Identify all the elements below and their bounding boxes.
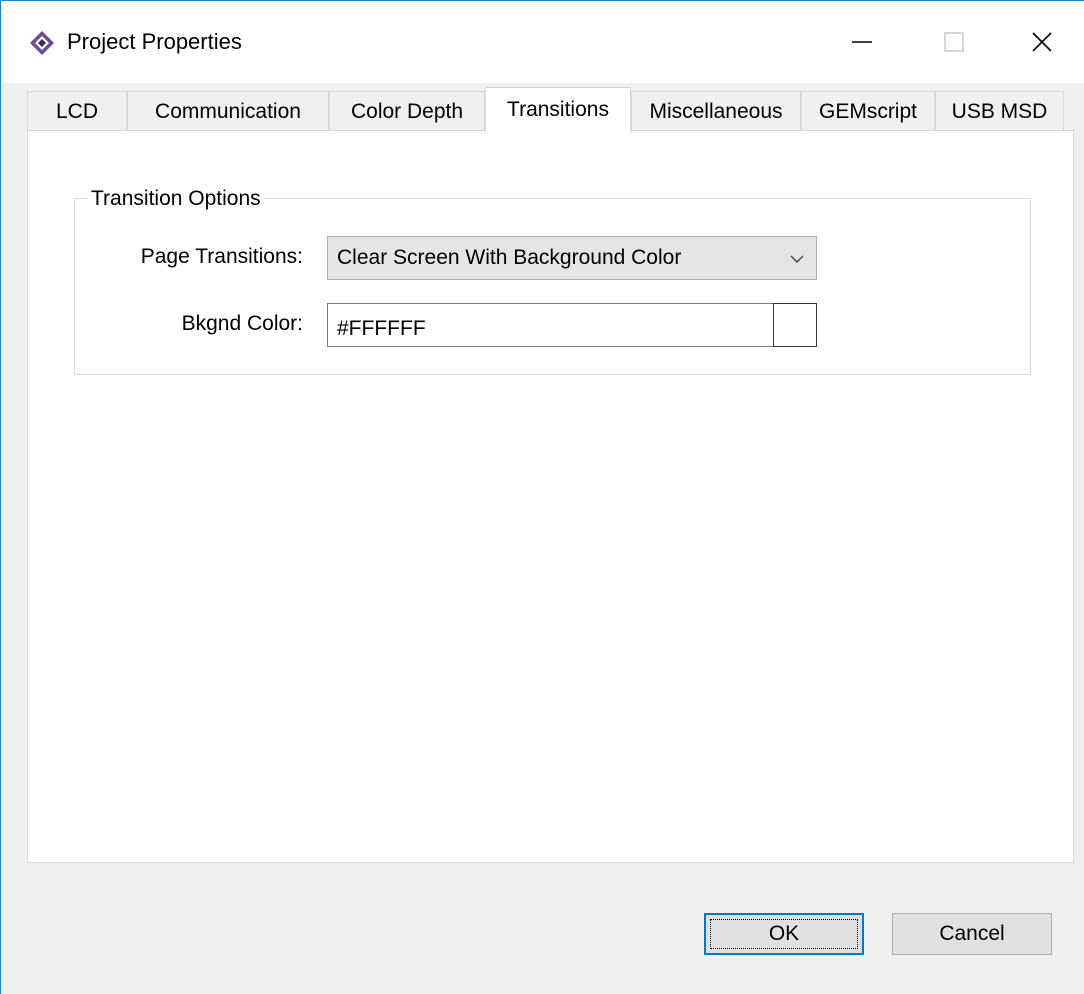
ok-button[interactable]: OK (704, 913, 864, 955)
color-picker-swatch[interactable] (773, 303, 817, 347)
focus-rectangle (710, 919, 858, 949)
transition-options-group: Transition Options Page Transitions: Cle… (74, 186, 1031, 375)
page-transitions-value: Clear Screen With Background Color (337, 246, 682, 269)
tab-color-depth[interactable]: Color Depth (329, 91, 485, 131)
close-icon (1032, 32, 1052, 52)
maximize-button[interactable] (908, 1, 1000, 83)
tab-miscellaneous[interactable]: Miscellaneous (631, 91, 801, 131)
page-transitions-select[interactable]: Clear Screen With Background Color (327, 236, 817, 280)
cancel-button-label: Cancel (939, 922, 1005, 945)
bkgnd-color-label: Bkgnd Color: (181, 312, 303, 335)
maximize-icon (944, 32, 964, 52)
minimize-icon (852, 41, 872, 43)
tab-lcd[interactable]: LCD (27, 91, 127, 131)
minimize-button[interactable] (816, 1, 908, 83)
close-button[interactable] (1000, 1, 1084, 83)
window-title: Project Properties (67, 29, 242, 54)
chevron-down-icon (790, 255, 804, 263)
tab-strip: LCD Communication Color Depth Transition… (27, 87, 1074, 133)
title-bar[interactable]: Project Properties (1, 1, 1084, 83)
bkgnd-color-input[interactable] (327, 303, 773, 347)
transitions-tab-panel: Transition Options Page Transitions: Cle… (27, 130, 1074, 863)
project-properties-dialog: Project Properties LCD Communication Col… (0, 0, 1084, 994)
tab-gemscript[interactable]: GEMscript (801, 91, 935, 131)
tab-transitions[interactable]: Transitions (485, 87, 631, 133)
tab-communication[interactable]: Communication (127, 91, 329, 131)
group-title: Transition Options (87, 186, 265, 212)
diamond-app-icon (30, 31, 54, 55)
cancel-button[interactable]: Cancel (892, 913, 1052, 955)
page-transitions-label: Page Transitions: (140, 245, 303, 268)
tab-usb-msd[interactable]: USB MSD (935, 91, 1064, 131)
